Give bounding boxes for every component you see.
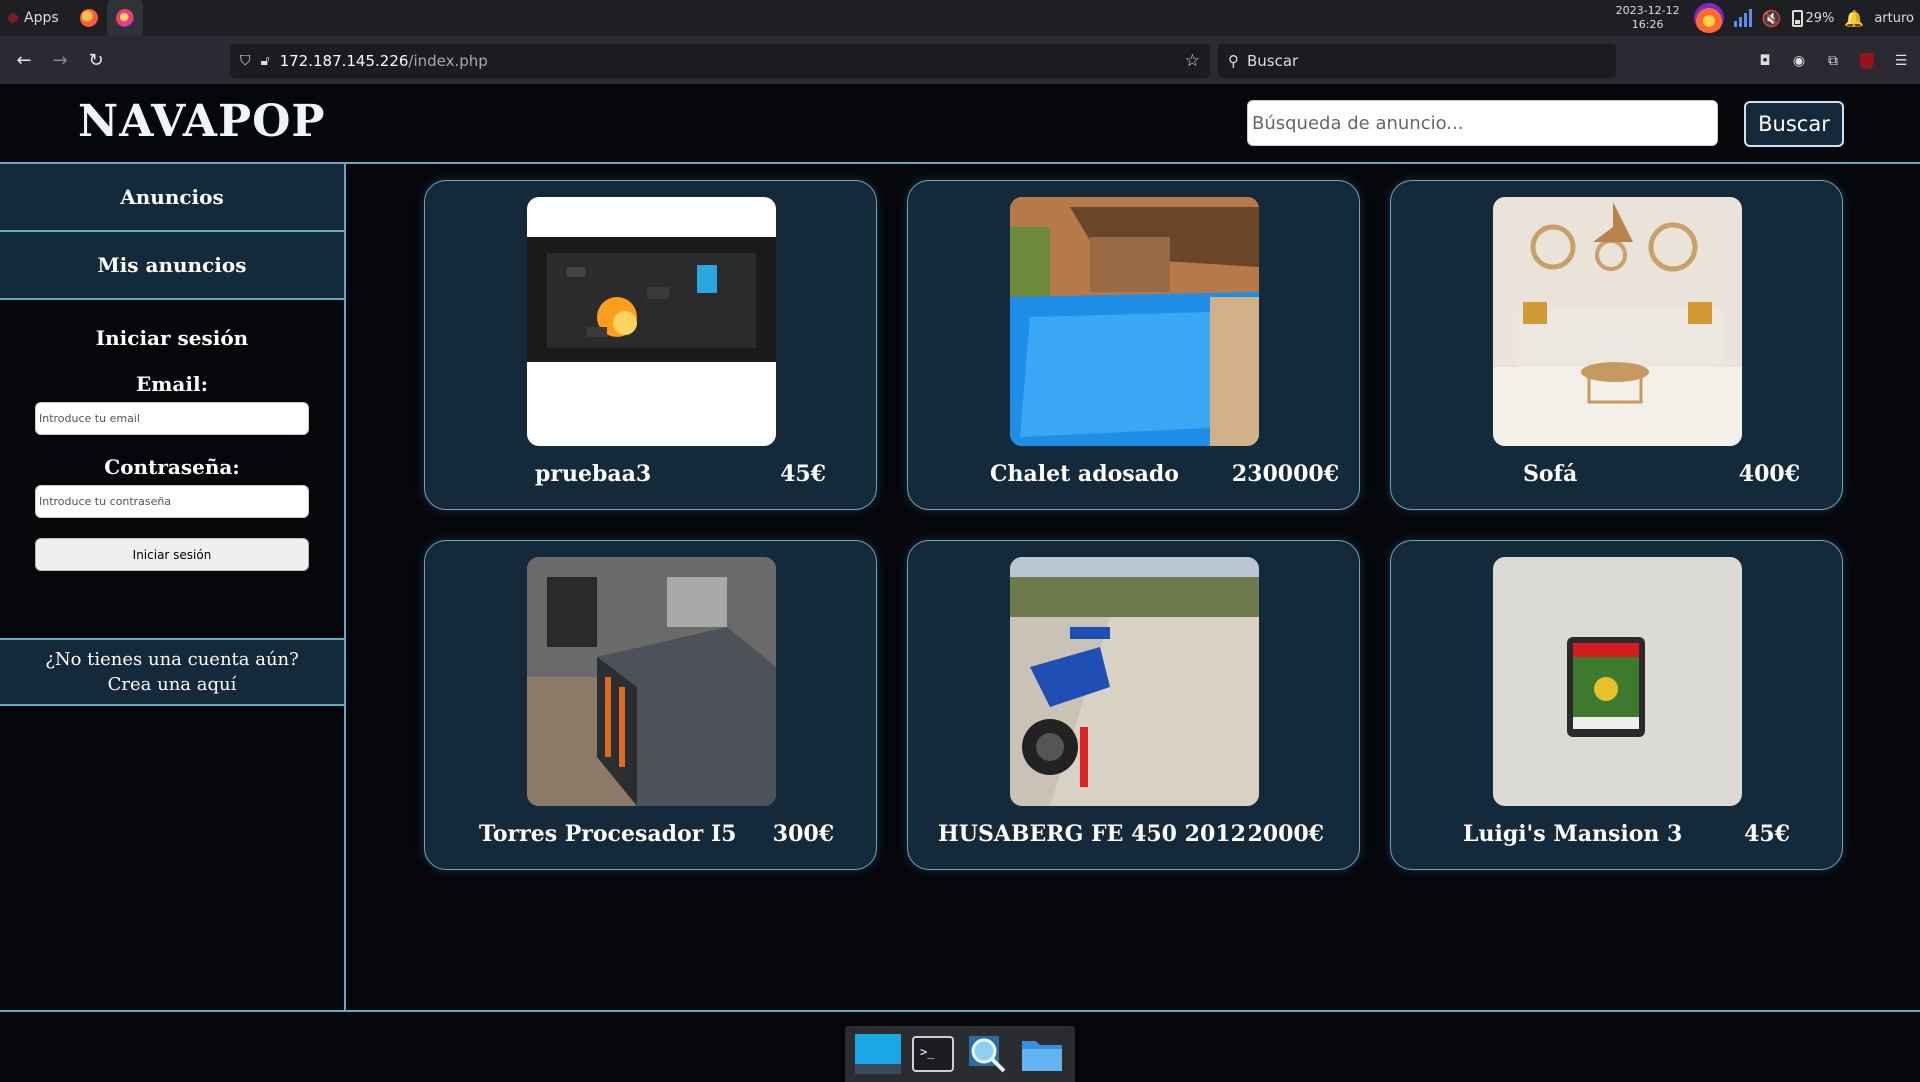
listing-price: 230000€ [1231, 461, 1339, 487]
listing-card[interactable]: Luigi's Mansion 3 45€ [1390, 540, 1843, 870]
notification-bell-icon[interactable]: 🔔 [1844, 9, 1864, 28]
listing-image-console[interactable] [527, 197, 776, 446]
listing-price: 45€ [1744, 821, 1790, 847]
folder-icon [1021, 1041, 1062, 1071]
apps-menu[interactable]: Apps [0, 0, 71, 36]
ublock-icon[interactable] [1856, 50, 1878, 72]
search-app-launcher[interactable] [963, 1032, 1011, 1076]
login-form: Iniciar sesión Email: Contraseña: Inicia… [0, 300, 344, 571]
sidebar-item-mis-anuncios[interactable]: Mis anuncios [0, 232, 344, 300]
reload-button[interactable]: ↻ [78, 42, 114, 78]
dock: >_ [845, 1026, 1075, 1082]
password-field[interactable] [35, 485, 309, 518]
login-title: Iniciar sesión [95, 326, 249, 350]
sidebar: Anuncios Mis anuncios Iniciar sesión Ema… [0, 164, 346, 1010]
listing-image-sofa[interactable] [1493, 197, 1742, 446]
reload-icon: ↻ [88, 49, 104, 71]
firefox-dev-icon [115, 9, 134, 27]
listing-image-game[interactable] [1493, 557, 1742, 806]
arrow-left-icon: ← [16, 49, 32, 71]
lock-icon[interactable]: 🔓︎ [261, 53, 270, 69]
back-button[interactable]: ← [6, 42, 42, 78]
firefox-tray-icon[interactable] [1693, 3, 1724, 33]
show-desktop-icon [855, 1034, 902, 1074]
listing-image-motorbike[interactable] [1010, 557, 1259, 806]
email-label: Email: [136, 372, 208, 396]
listing-card[interactable]: pruebaa3 45€ [424, 180, 877, 510]
apps-label: Apps [24, 10, 59, 26]
listing-title: Luigi's Mansion 3 [1463, 821, 1683, 847]
address-bar[interactable]: ⛉ 🔓︎ 172.187.145.226/index.php ☆ [230, 44, 1210, 78]
email-field[interactable] [35, 402, 309, 435]
browser-search-bar[interactable]: ⚲ Buscar [1218, 44, 1616, 78]
firefox-dev-launcher[interactable] [106, 0, 143, 36]
listing-title: HUSABERG FE 450 2012 [938, 821, 1246, 847]
listing-price: 2000€ [1247, 821, 1324, 847]
battery-indicator[interactable]: 29% [1791, 9, 1835, 27]
os-top-bar: Apps 2023-12-12 16:26 🔇 29% 🔔 arturo [0, 0, 1920, 36]
listing-price: 45€ [780, 461, 826, 487]
listing-card[interactable]: Torres Procesador I5 300€ [424, 540, 877, 870]
password-label: Contraseña: [104, 455, 240, 479]
ad-search-button[interactable]: Buscar [1744, 101, 1844, 147]
battery-level: 29% [1805, 10, 1835, 26]
arrow-right-icon: → [52, 49, 68, 71]
firefox-launcher[interactable] [71, 0, 107, 36]
listing-price: 300€ [772, 821, 834, 847]
listing-title: Chalet adosado [990, 461, 1179, 487]
extensions-icon[interactable]: ⧉ [1822, 50, 1844, 72]
battery-icon [1791, 9, 1803, 27]
files-launcher[interactable] [1018, 1032, 1066, 1076]
register-line-1: ¿No tienes una cuenta aún? [45, 649, 299, 670]
taskbar: >_ [0, 1010, 1920, 1082]
listing-card[interactable]: Sofá 400€ [1390, 180, 1843, 510]
network-icon[interactable] [1733, 9, 1752, 27]
hamburger-menu-icon[interactable]: ☰ [1890, 50, 1912, 72]
pocket-icon[interactable]: ◘ [1754, 50, 1776, 72]
sidebar-item-anuncios[interactable]: Anuncios [0, 164, 344, 232]
apps-icon [8, 13, 18, 23]
clock[interactable]: 2023-12-12 16:26 [1616, 4, 1680, 32]
listing-title: pruebaa3 [535, 461, 652, 487]
firefox-icon [79, 9, 98, 27]
clock-time: 16:26 [1631, 18, 1664, 31]
browser-search-placeholder: Buscar [1247, 52, 1299, 70]
container-icon[interactable]: ◉ [1788, 50, 1810, 72]
shield-icon[interactable]: ⛉ [240, 53, 251, 69]
magnifier-icon [969, 1036, 1006, 1073]
desktop-launcher[interactable] [854, 1032, 902, 1076]
login-button[interactable]: Iniciar sesión [35, 538, 309, 571]
bookmark-star-icon[interactable]: ☆ [1185, 51, 1200, 71]
register-line-2: Crea una aquí [107, 674, 237, 695]
listing-card[interactable]: HUSABERG FE 450 2012 2000€ [907, 540, 1360, 870]
site-logo[interactable]: NAVAPOP [78, 96, 326, 147]
browser-toolbar: ← → ↻ ⛉ 🔓︎ 172.187.145.226/index.php ☆ ⚲… [0, 36, 1920, 84]
listing-card[interactable]: Chalet adosado 230000€ [907, 180, 1360, 510]
ad-search-input[interactable] [1247, 100, 1718, 146]
terminal-icon: >_ [911, 1036, 954, 1072]
listing-image-towers[interactable] [527, 557, 776, 806]
site-header: NAVAPOP Buscar [0, 84, 1920, 164]
terminal-launcher[interactable]: >_ [909, 1032, 957, 1076]
url-host: 172.187.145.226 [279, 52, 409, 70]
listing-price: 400€ [1738, 461, 1800, 487]
user-name[interactable]: arturo [1874, 11, 1914, 26]
search-icon: ⚲ [1228, 52, 1239, 70]
listing-image-chalet[interactable] [1010, 197, 1259, 446]
speaker-muted-icon[interactable]: 🔇 [1762, 9, 1782, 28]
clock-date: 2023-12-12 [1615, 4, 1680, 17]
listing-title: Torres Procesador I5 [479, 821, 737, 847]
forward-button[interactable]: → [42, 42, 78, 78]
listing-title: Sofá [1523, 461, 1578, 487]
register-link[interactable]: ¿No tienes una cuenta aún? Crea una aquí [0, 638, 344, 706]
url-path: /index.php [408, 52, 488, 70]
svg-text:>_: >_ [920, 1045, 935, 1059]
